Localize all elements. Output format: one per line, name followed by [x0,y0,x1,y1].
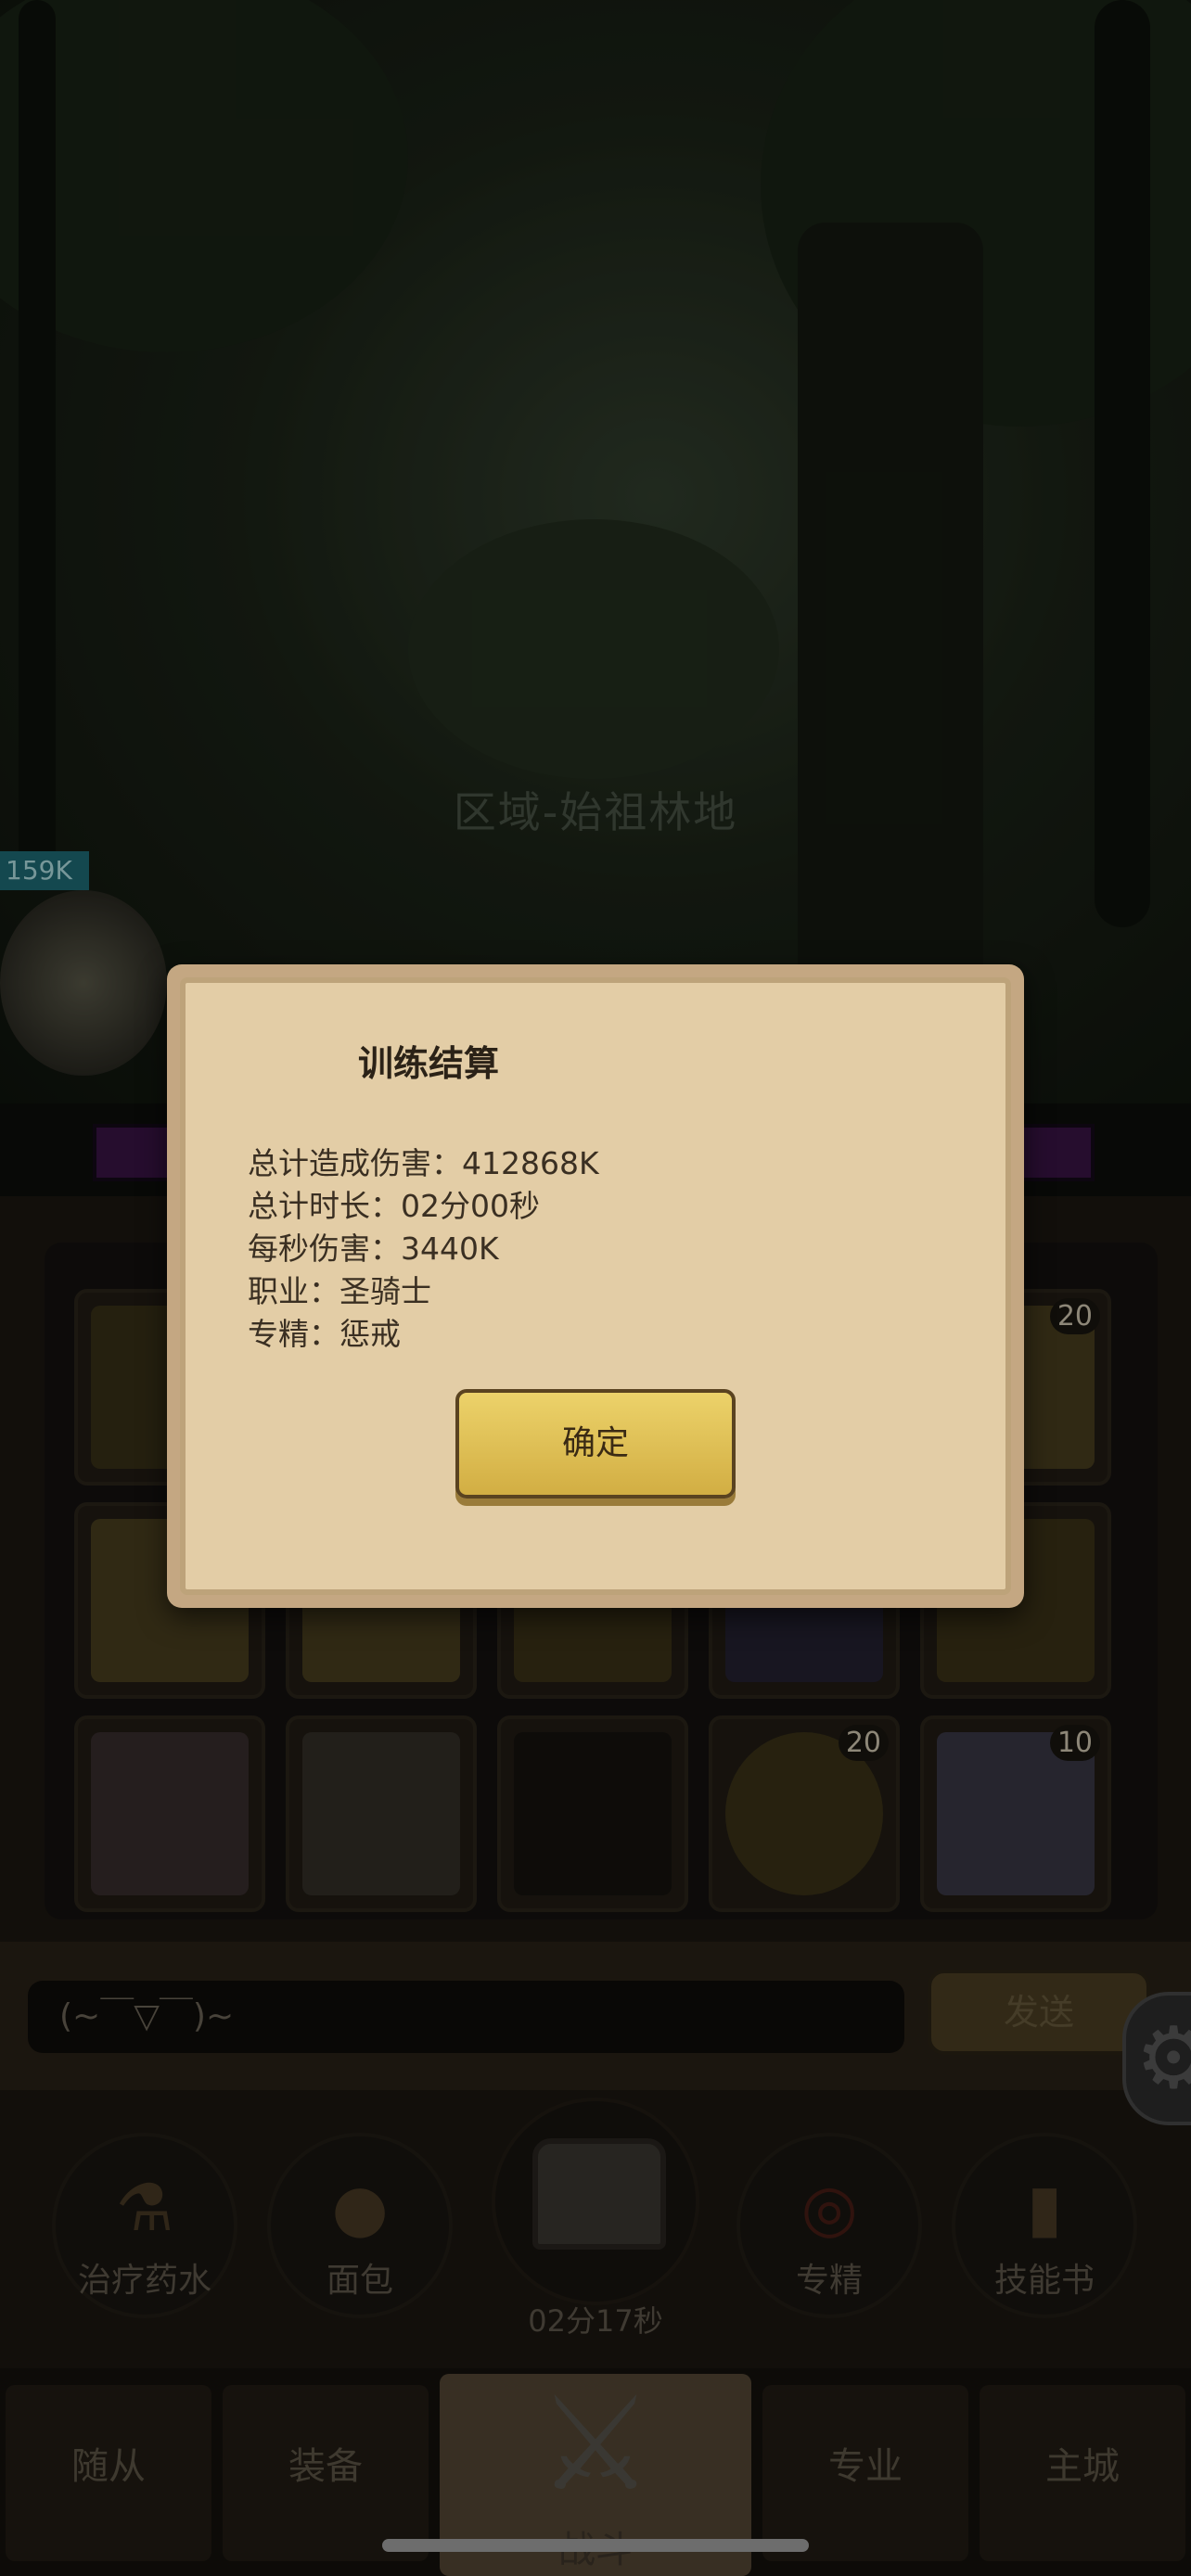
dialog-title: 训练结算 [357,1043,499,1084]
stat-total-time: 总计时长：02分00秒 [248,1188,540,1224]
stat-total-damage: 总计造成伤害：412868K [248,1145,599,1181]
stat-dps: 每秒伤害：3440K [248,1231,499,1267]
confirm-button[interactable]: 确定 [455,1389,736,1498]
stat-spec: 专精：惩戒 [248,1316,401,1352]
stat-class: 职业：圣骑士 [248,1273,431,1309]
